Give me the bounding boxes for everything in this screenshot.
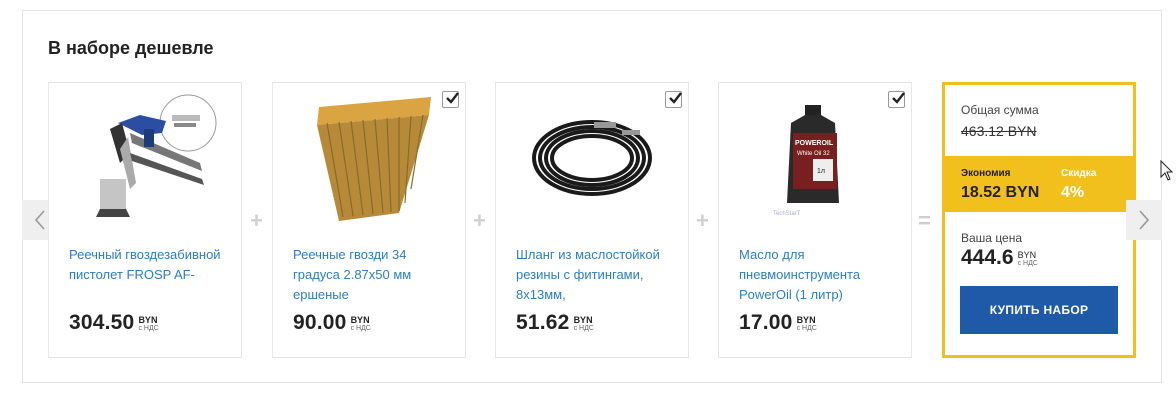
- product-card: Реечные гвозди 34 градуса 2.87х50 мм ерш…: [272, 82, 466, 358]
- product-name-link[interactable]: Масло для пневмоинструмента PowerOil (1 …: [739, 245, 899, 305]
- economy-value: 18.52 BYN: [961, 184, 1040, 201]
- product-name-link[interactable]: Реечные гвозди 34 градуса 2.87х50 мм ерш…: [293, 245, 453, 305]
- buy-bundle-button[interactable]: КУПИТЬ НАБОР: [960, 286, 1118, 334]
- total-label: Общая сумма: [961, 103, 1039, 117]
- product-price: 51.62 BYN с НДС: [516, 311, 594, 335]
- your-price: 444.6 BYN с НДС: [961, 246, 1038, 270]
- plus-sign: +: [473, 208, 486, 233]
- chevron-right-icon: [1139, 210, 1150, 230]
- oil-label-line: White Oil 32: [797, 151, 830, 157]
- economy-label: Экономия: [961, 168, 1011, 179]
- total-old-price: 463.12 BYN: [961, 123, 1037, 139]
- vat-note: с НДС: [573, 325, 594, 332]
- hose-icon: [532, 120, 652, 196]
- nail-gun-icon: [96, 94, 217, 217]
- oil-label-volume: 1л: [817, 168, 825, 175]
- product-name-link[interactable]: Шланг из маслостойкой резины с фитингами…: [516, 245, 676, 305]
- plus-sign: +: [696, 208, 709, 233]
- nail-strip-icon: [317, 97, 431, 221]
- bundle-summary: Общая сумма 463.12 BYN Экономия 18.52 BY…: [942, 82, 1136, 358]
- plus-sign: +: [250, 208, 263, 233]
- price-value: 90.00: [293, 311, 347, 334]
- price-value: 51.62: [516, 311, 570, 334]
- chevron-left-icon: [34, 210, 45, 230]
- vat-note: с НДС: [1017, 260, 1038, 267]
- section-title: В наборе дешевле: [48, 38, 214, 58]
- product-image[interactable]: [496, 83, 688, 233]
- vat-note: с НДС: [138, 325, 159, 332]
- product-name-link[interactable]: Реечный гвоздезабивной пистолет FROSP AF…: [69, 245, 229, 305]
- product-card: POWEROIL White Oil 32 1л TechStarT Масло…: [718, 82, 912, 358]
- product-card: Реечный гвоздезабивной пистолет FROSP AF…: [48, 82, 242, 358]
- discount-value: 4%: [1061, 184, 1085, 201]
- product-price: 90.00 BYN с НДС: [293, 311, 371, 335]
- price-value: 17.00: [739, 311, 793, 334]
- your-price-value: 444.6: [961, 246, 1014, 269]
- product-price: 17.00 BYN с НДС: [739, 311, 817, 335]
- oil-bottle-icon: POWEROIL White Oil 32 1л TechStarT: [773, 105, 839, 217]
- equals-sign: =: [918, 208, 931, 233]
- product-image[interactable]: POWEROIL White Oil 32 1л TechStarT: [719, 83, 911, 233]
- your-price-label: Ваша цена: [961, 231, 1023, 245]
- currency-label: BYN: [573, 315, 593, 325]
- discount-label: Скидка: [1061, 168, 1097, 179]
- currency-label: BYN: [1017, 250, 1037, 260]
- vat-note: с НДС: [350, 325, 371, 332]
- mouse-cursor-icon: [1160, 159, 1174, 187]
- next-arrow-button[interactable]: [1126, 200, 1162, 240]
- oil-label-maker: TechStarT: [773, 211, 801, 217]
- product-card: Шланг из маслостойкой резины с фитингами…: [495, 82, 689, 358]
- product-image[interactable]: [273, 83, 465, 233]
- vat-note: с НДС: [796, 325, 817, 332]
- currency-label: BYN: [350, 315, 370, 325]
- currency-label: BYN: [796, 315, 816, 325]
- oil-label-brand: POWEROIL: [795, 140, 834, 147]
- price-value: 304.50: [69, 311, 135, 334]
- currency-label: BYN: [138, 315, 158, 325]
- product-price: 304.50 BYN с НДС: [69, 311, 159, 335]
- savings-band: Экономия 18.52 BYN Скидка 4%: [945, 156, 1133, 212]
- product-image[interactable]: [49, 83, 241, 233]
